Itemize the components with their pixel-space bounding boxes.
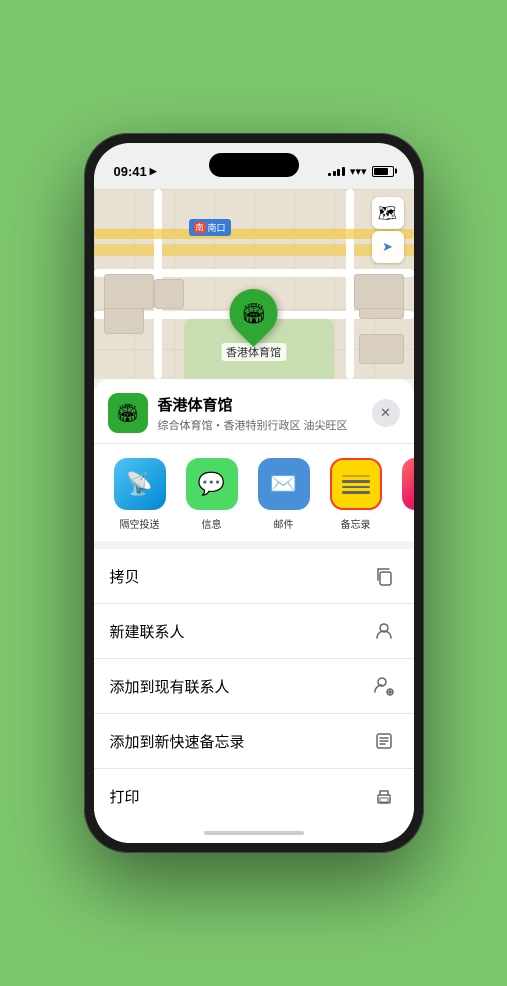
notes-lines [342,475,370,494]
mail-icon: ✉️ [270,471,297,497]
action-new-contact[interactable]: 新建联系人 [94,604,414,659]
location-arrow-icon: ➤ [382,239,393,255]
share-row: 📡 隔空投送 💬 信息 ✉️ 邮件 [94,443,414,541]
airdrop-icon: 📡 [126,471,153,497]
new-contact-label: 新建联系人 [110,621,185,642]
location-button[interactable]: ➤ [372,231,404,263]
dynamic-island [209,153,299,177]
messages-label: 信息 [202,516,222,531]
share-item-notes[interactable]: 备忘录 [320,458,392,531]
home-indicator [94,823,414,843]
share-item-airdrop[interactable]: 📡 隔空投送 [104,458,176,531]
airdrop-icon-wrap: 📡 [114,458,166,510]
add-note-icon [370,727,398,755]
wifi-icon: ▾▾▾ [350,165,367,178]
venue-desc: 综合体育馆・香港特别行政区 油尖旺区 [158,417,372,433]
action-list: 拷贝 新建联系人 [94,549,414,823]
messages-icon-wrap: 💬 [186,458,238,510]
print-label: 打印 [110,786,140,807]
battery-icon [372,166,394,177]
add-note-label: 添加到新快速备忘录 [110,731,245,752]
map-area-label: 南 南口 [189,219,231,236]
share-item-messages[interactable]: 💬 信息 [176,458,248,531]
home-bar [204,831,304,835]
action-copy[interactable]: 拷贝 [94,549,414,604]
venue-name: 香港体育馆 [158,394,372,415]
phone-screen: 09:41 ▶ ▾▾▾ [94,143,414,843]
map-area: 南 南口 🏟 香港体育馆 🗺 ➤ [94,189,414,379]
notes-label: 备忘录 [341,516,371,531]
location-icon: ▶ [150,166,157,177]
airdrop-label: 隔空投送 [120,516,160,531]
map-view-icon: 🗺 [378,204,397,222]
action-add-note[interactable]: 添加到新快速备忘录 [94,714,414,769]
close-icon: ✕ [380,405,391,421]
mail-label: 邮件 [274,516,294,531]
notes-icon-wrap [330,458,382,510]
map-controls: 🗺 ➤ [372,197,404,263]
venue-emoji: 🏟 [116,403,139,424]
phone-frame: 09:41 ▶ ▾▾▾ [84,133,424,853]
venue-pin[interactable]: 🏟 香港体育馆 [221,289,286,361]
share-item-more[interactable]: 推 [392,458,414,531]
mail-icon-wrap: ✉️ [258,458,310,510]
pin-icon: 🏟 [241,301,266,326]
add-existing-icon [370,672,398,700]
action-print[interactable]: 打印 [94,769,414,823]
sheet-header: 🏟 香港体育馆 综合体育馆・香港特别行政区 油尖旺区 ✕ [94,379,414,443]
more-icon-wrap [402,458,414,510]
bottom-sheet: 🏟 香港体育馆 综合体育馆・香港特别行政区 油尖旺区 ✕ 📡 隔空投送 [94,379,414,843]
messages-icon: 💬 [198,471,225,497]
copy-icon [370,562,398,590]
status-time: 09:41 ▶ [114,164,157,179]
signal-bars [328,166,345,176]
map-view-button[interactable]: 🗺 [372,197,404,229]
venue-icon-small: 🏟 [108,393,148,433]
new-contact-icon [370,617,398,645]
add-existing-label: 添加到现有联系人 [110,676,230,697]
status-icons: ▾▾▾ [328,165,393,178]
copy-label: 拷贝 [110,566,140,587]
venue-info: 香港体育馆 综合体育馆・香港特别行政区 油尖旺区 [158,394,372,433]
action-add-existing[interactable]: 添加到现有联系人 [94,659,414,714]
share-item-mail[interactable]: ✉️ 邮件 [248,458,320,531]
close-button[interactable]: ✕ [372,399,400,427]
print-icon [370,782,398,810]
